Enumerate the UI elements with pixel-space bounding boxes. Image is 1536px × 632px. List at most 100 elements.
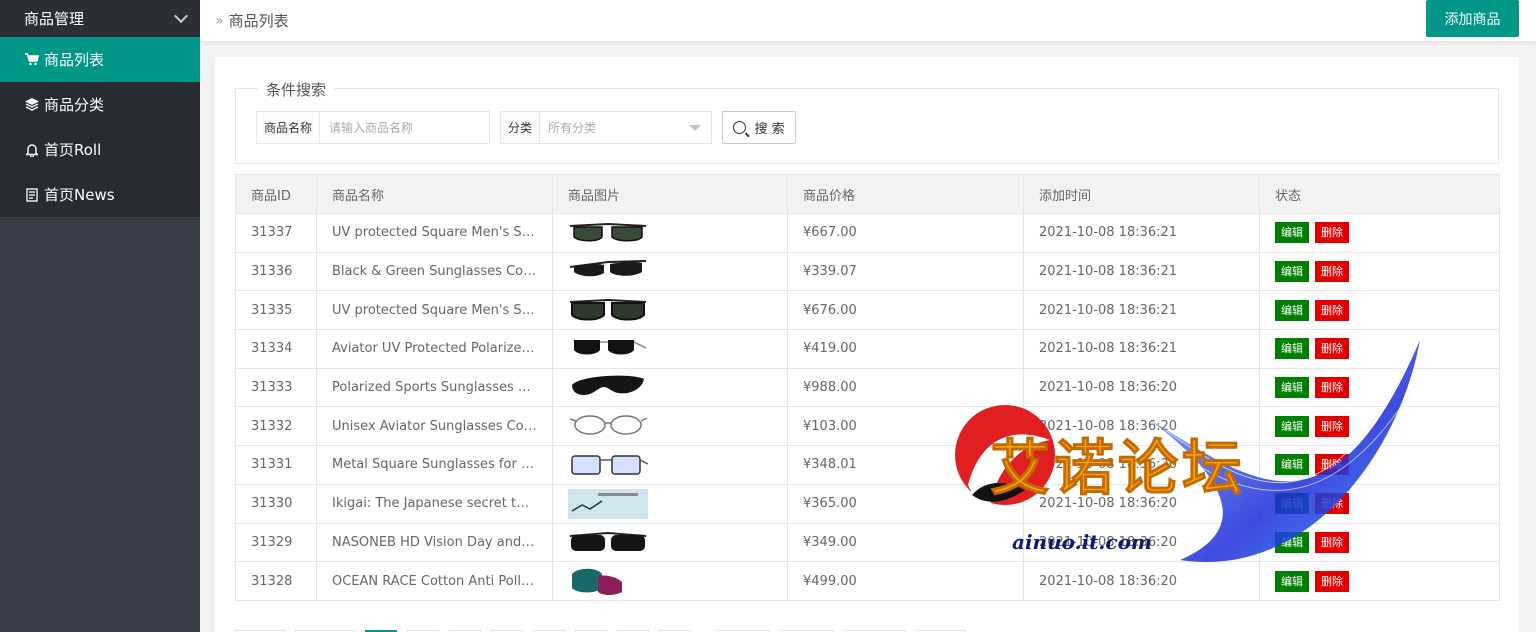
column-header-id: 商品ID	[235, 174, 317, 214]
cell-id: 31328	[235, 561, 317, 601]
product-thumbnail-image	[569, 415, 648, 436]
layers-icon	[25, 98, 39, 112]
cell-id: 31337	[235, 213, 317, 253]
cell-id: 31329	[235, 522, 317, 563]
category-group: 分类 所有分类	[500, 111, 713, 144]
search-panel: 条件搜索 商品名称 请输入商品名称 分类 所有分类 搜 索	[235, 79, 1499, 164]
cell-image	[552, 251, 788, 292]
product-name-label: 商品名称	[257, 112, 321, 143]
edit-button[interactable]: 编辑	[1275, 299, 1309, 321]
product-thumbnail-image	[569, 222, 647, 242]
table-header-row: 商品ID 商品名称 商品图片 商品价格 添加时间 状态	[235, 174, 1500, 214]
cart-icon	[25, 53, 39, 67]
edit-button[interactable]: 编辑	[1275, 222, 1309, 244]
cell-price: ¥676.00	[787, 290, 1024, 331]
cell-id: 31330	[235, 483, 317, 524]
column-header-image: 商品图片	[552, 174, 788, 214]
watermark-text: 艾诺论坛	[990, 434, 1246, 505]
cell-name: Polarized Sports Sunglasses Mirrored	[316, 367, 553, 408]
table-row: 31337UV protected Square Men's Sunglasse…	[235, 213, 1500, 253]
watermark-url: ainuo.it.com	[1012, 530, 1153, 554]
delete-button[interactable]: 删除	[1315, 261, 1349, 283]
sidebar-nav: 商品列表 商品分类 首页Roll 首页News	[0, 37, 200, 217]
sidebar-item-label: 商品列表	[44, 51, 105, 69]
cell-image	[552, 483, 788, 524]
product-thumbnail-image	[572, 375, 644, 395]
sidebar-item-product-list[interactable]: 商品列表	[0, 37, 200, 82]
product-thumbnail-image	[569, 299, 647, 321]
bell-icon	[25, 143, 39, 157]
cell-image	[552, 290, 788, 331]
cell-image	[552, 522, 788, 563]
cell-name: Black & Green Sunglasses Combo	[316, 251, 553, 292]
cell-price: ¥667.00	[787, 213, 1024, 253]
cell-name: UV protected Square Men's Sunglasses	[316, 290, 553, 331]
sidebar-item-label: 首页Roll	[44, 141, 102, 159]
category-select-value: 所有分类	[548, 121, 597, 135]
column-header-time: 添加时间	[1023, 174, 1260, 214]
cell-status: 编辑删除	[1259, 251, 1500, 292]
search-icon	[733, 121, 747, 134]
sidebar-item-label: 首页News	[44, 186, 115, 204]
product-thumbnail-image	[572, 568, 622, 596]
cell-name: UV protected Square Men's Sunglasses	[316, 213, 553, 253]
chevron-up-icon	[173, 8, 189, 23]
search-legend: 条件搜索	[258, 79, 335, 100]
search-button[interactable]: 搜 索	[722, 111, 797, 144]
cell-id: 31334	[235, 329, 317, 369]
sidebar-item-categories[interactable]: 商品分类	[0, 82, 200, 127]
search-button-label: 搜 索	[754, 122, 785, 137]
product-name-group: 商品名称 请输入商品名称	[256, 111, 491, 144]
product-name-input[interactable]: 请输入商品名称	[320, 112, 489, 143]
product-thumbnail-image	[569, 259, 647, 276]
product-thumbnail-image	[569, 532, 647, 552]
sidebar-group-header[interactable]: 商品管理	[0, 0, 200, 37]
cell-image	[552, 213, 788, 253]
cell-time: 2021-10-08 18:36:21	[1023, 290, 1260, 331]
sidebar-item-label: 商品分类	[44, 96, 105, 114]
sidebar-group-label: 商品管理	[24, 10, 85, 28]
cell-id: 31335	[235, 290, 317, 331]
cell-time: 2021-10-08 18:36:21	[1023, 251, 1260, 292]
cell-name: Metal Square Sunglasses for Men	[316, 445, 553, 485]
breadcrumb-separator-icon: »	[215, 12, 224, 29]
table-row: 31336 Black & Green Sunglasses Combo ¥339.…	[235, 251, 1500, 292]
breadcrumb-current: 商品列表	[228, 12, 289, 30]
cell-status: 编辑删除	[1259, 290, 1500, 331]
cell-image	[552, 561, 788, 601]
cell-status: 编辑删除	[1259, 213, 1500, 253]
cell-name: Unisex Aviator Sunglasses Combo	[316, 406, 553, 447]
delete-button[interactable]: 删除	[1315, 299, 1349, 321]
cell-name: Ikigai: The Japanese secret to a long li…	[316, 483, 553, 524]
breadcrumb: » 商品列表	[215, 10, 289, 31]
cell-time: 2021-10-08 18:36:21	[1023, 213, 1260, 253]
cell-price: ¥339.07	[787, 251, 1024, 292]
table-row: 31335UV protected Square Men's Sunglasse…	[235, 290, 1500, 331]
add-product-button[interactable]: 添加商品	[1426, 0, 1519, 37]
delete-button[interactable]: 删除	[1315, 222, 1349, 244]
cell-name: Aviator UV Protected Polarized Black	[316, 329, 553, 369]
caret-down-icon	[689, 125, 702, 131]
cell-id: 31333	[235, 367, 317, 408]
cell-name: OCEAN RACE Cotton Anti Pollution Mask	[316, 561, 553, 601]
sidebar: 商品管理 商品列表 商品分类 首页Roll 首页News	[0, 0, 200, 632]
product-thumbnail-image	[571, 455, 648, 475]
edit-button[interactable]: 编辑	[1275, 261, 1309, 283]
category-select[interactable]: 所有分类	[540, 112, 711, 143]
cell-image	[552, 445, 788, 485]
sidebar-item-roll[interactable]: 首页Roll	[0, 127, 200, 172]
cell-image	[552, 367, 788, 408]
column-header-name: 商品名称	[316, 174, 553, 214]
cell-id: 31332	[235, 406, 317, 447]
cell-image	[552, 329, 788, 369]
cell-id: 31336	[235, 251, 317, 292]
top-bar: » 商品列表 添加商品	[200, 0, 1536, 42]
category-label: 分类	[501, 112, 541, 143]
document-icon	[25, 187, 39, 202]
sidebar-item-news[interactable]: 首页News	[0, 172, 200, 217]
cell-name: NASONEB HD Vision Day and Night	[316, 522, 553, 563]
product-thumbnail-image	[574, 339, 647, 355]
column-header-price: 商品价格	[787, 174, 1024, 214]
product-thumbnail-image	[568, 488, 648, 519]
cell-id: 31331	[235, 445, 317, 485]
